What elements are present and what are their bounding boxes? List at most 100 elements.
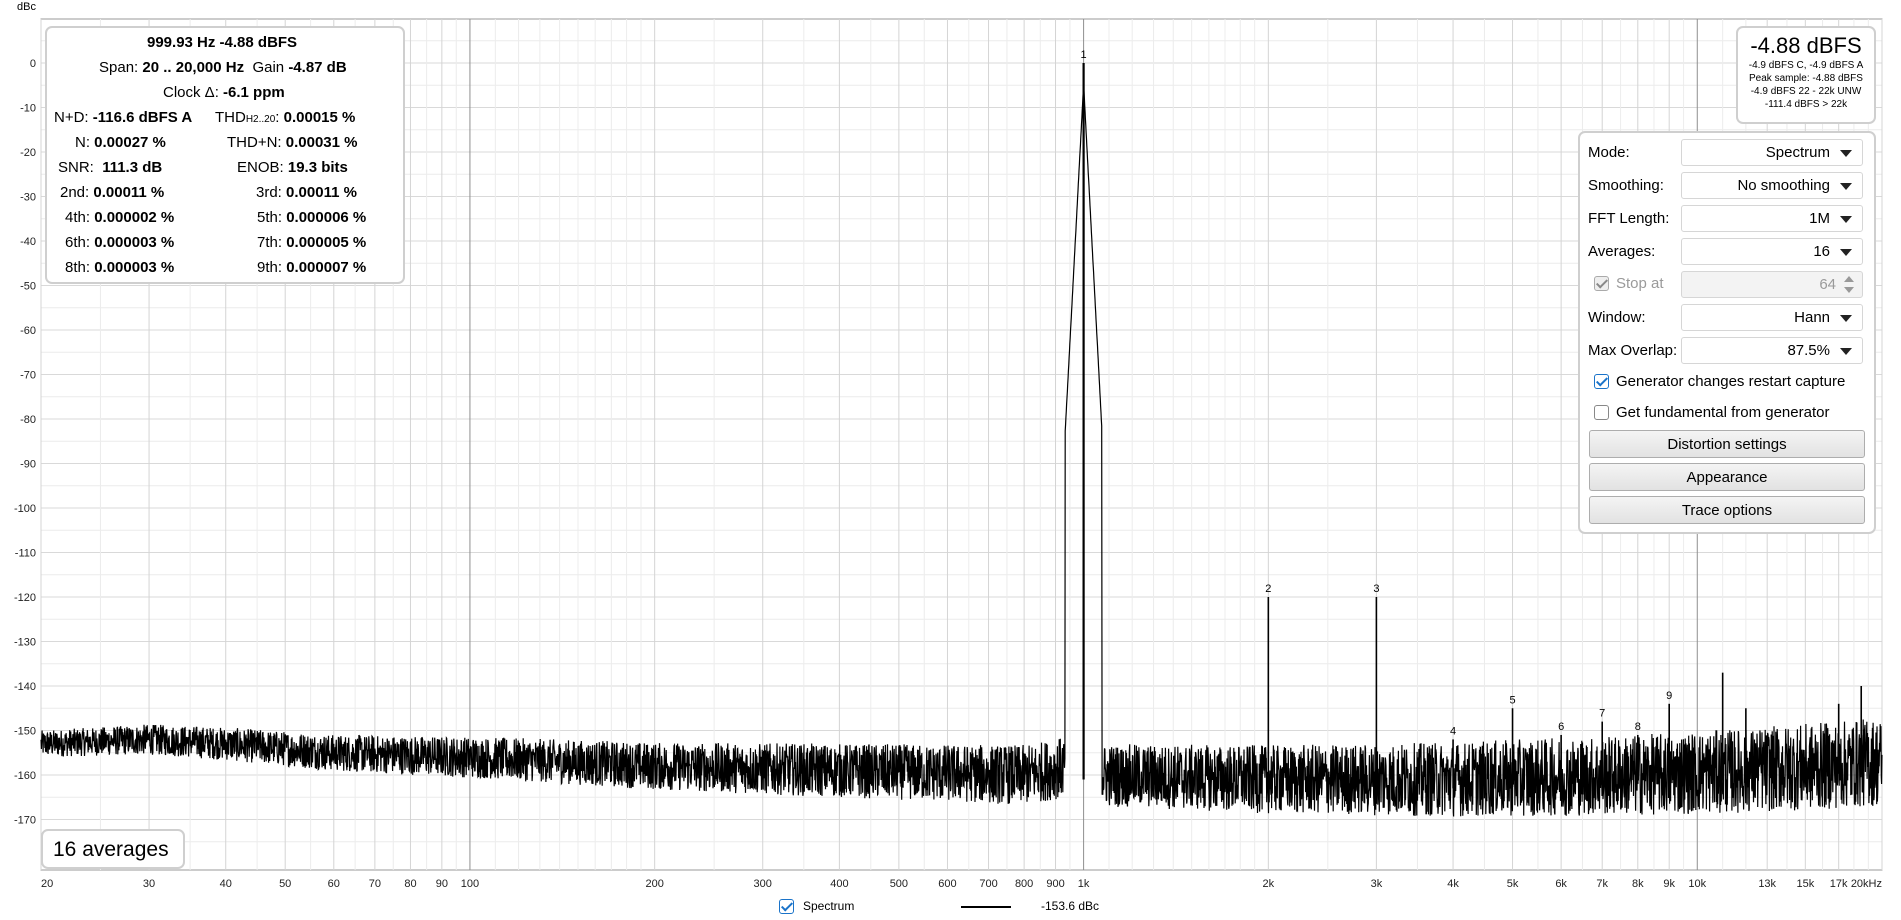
harmonic-label: 1 <box>1081 49 1087 61</box>
fundamental-from-generator-checkbox[interactable] <box>1594 405 1609 420</box>
x-tick-label: 60 <box>328 878 340 890</box>
fft-length-value: 1M <box>1809 210 1830 227</box>
peak-level-box: -4.88 dBFS -4.9 dBFS C, -4.9 dBFS A Peak… <box>1736 26 1876 124</box>
y-tick-label: -130 <box>14 637 36 649</box>
generator-restart-checkbox[interactable] <box>1594 374 1609 389</box>
x-tick-label: 70 <box>369 878 381 890</box>
x-tick-label: 900 <box>1046 878 1064 890</box>
x-tick-label: 80 <box>404 878 416 890</box>
window-dropdown[interactable]: Hann <box>1681 304 1863 331</box>
x-tick-label: 7k <box>1596 878 1608 890</box>
peak-above-22k: -111.4 dBFS > 22k <box>1764 99 1848 110</box>
averages-dropdown[interactable]: 16 <box>1681 238 1863 265</box>
distortion-settings-button[interactable]: Distortion settings <box>1589 430 1865 458</box>
stats-h6: 6th: 0.000003 % <box>65 234 175 251</box>
max-overlap-value: 87.5% <box>1787 342 1830 359</box>
y-tick-label: -140 <box>14 681 36 693</box>
mode-dropdown[interactable]: Spectrum <box>1681 139 1863 166</box>
chevron-down-icon <box>1840 216 1852 223</box>
stats-h2: 2nd: 0.00011 % <box>60 184 165 201</box>
stats-h8: 8th: 0.000003 % <box>65 259 175 276</box>
spin-up-icon[interactable] <box>1844 276 1854 282</box>
x-tick-label: 8k <box>1632 878 1644 890</box>
x-tick-label: 10k <box>1688 878 1706 890</box>
stop-at-checkbox[interactable] <box>1594 276 1609 291</box>
x-tick-label: 700 <box>979 878 997 890</box>
x-tick-label: 30 <box>143 878 155 890</box>
stats-nd: N+D: -116.6 dBFS A <box>54 109 193 126</box>
stats-noise: N: 0.00027 % <box>75 134 166 151</box>
legend-line-swatch <box>961 906 1011 908</box>
x-tick-label: 400 <box>830 878 848 890</box>
stop-at-label: Stop at <box>1616 275 1664 292</box>
max-overlap-dropdown[interactable]: 87.5% <box>1681 337 1863 364</box>
chevron-down-icon <box>1840 348 1852 355</box>
measurement-stats-box: 999.93 Hz -4.88 dBFS Span: 20 .. 20,000 … <box>45 26 405 284</box>
window-value: Hann <box>1794 309 1830 326</box>
legend-series-name: Spectrum <box>803 899 855 913</box>
appearance-button[interactable]: Appearance <box>1589 463 1865 491</box>
stats-h5: 5th: 0.000006 % <box>257 209 367 226</box>
x-tick-label: 800 <box>1015 878 1033 890</box>
stats-snr: SNR: 111.3 dB <box>58 159 163 176</box>
harmonic-label: 5 <box>1509 694 1515 706</box>
averages-count-badge: 16 averages <box>41 829 185 869</box>
x-tick-label: 200 <box>645 878 663 890</box>
averages-label: Averages: <box>1588 243 1656 260</box>
x-tick-label: 50 <box>279 878 291 890</box>
y-tick-label: -10 <box>20 103 36 115</box>
x-tick-label: 6k <box>1555 878 1567 890</box>
x-tick-label: 20 <box>41 878 53 890</box>
x-tick-label: 5k <box>1507 878 1519 890</box>
x-tick-label: 9k <box>1663 878 1675 890</box>
smoothing-value: No smoothing <box>1737 177 1830 194</box>
harmonic-label: 3 <box>1373 583 1379 595</box>
peak-sample: Peak sample: -4.88 dBFS <box>1749 73 1863 84</box>
x-tick-label: 1k <box>1078 878 1090 890</box>
x-tick-label: 100 <box>461 878 479 890</box>
y-tick-label: -100 <box>14 503 36 515</box>
y-tick-label: 0 <box>30 58 36 70</box>
spin-down-icon[interactable] <box>1844 287 1854 293</box>
x-tick-label: 600 <box>938 878 956 890</box>
y-tick-label: -20 <box>20 147 36 159</box>
x-tick-label: 90 <box>436 878 448 890</box>
harmonic-label: 2 <box>1265 583 1271 595</box>
harmonic-label: 7 <box>1599 708 1605 720</box>
harmonic-label: 6 <box>1558 721 1564 733</box>
spectrum-visibility-checkbox[interactable] <box>779 899 794 914</box>
stats-frequency-level: 999.93 Hz -4.88 dBFS <box>147 34 298 51</box>
y-tick-label: -90 <box>20 459 36 471</box>
x-tick-label: 17k <box>1830 878 1848 890</box>
fft-length-dropdown[interactable]: 1M <box>1681 205 1863 232</box>
y-tick-label: -50 <box>20 281 36 293</box>
chevron-down-icon <box>1840 183 1852 190</box>
stats-h9: 9th: 0.000007 % <box>257 259 367 276</box>
peak-weighted-levels: -4.9 dBFS C, -4.9 dBFS A <box>1748 60 1864 71</box>
mode-value: Spectrum <box>1765 144 1830 161</box>
x-tick-label: 300 <box>754 878 772 890</box>
y-axis-unit-label: dBc <box>17 1 36 13</box>
max-overlap-label: Max Overlap: <box>1588 342 1678 359</box>
trace-options-button[interactable]: Trace options <box>1589 496 1865 524</box>
window-label: Window: <box>1588 309 1646 326</box>
y-tick-label: -70 <box>20 370 36 382</box>
y-tick-label: -160 <box>14 770 36 782</box>
stats-enob: ENOB: 19.3 bits <box>237 159 348 176</box>
peak-unweighted: -4.9 dBFS 22 - 22k UNW <box>1750 86 1862 97</box>
averages-value: 16 <box>1813 243 1830 260</box>
stop-at-value: 64 <box>1819 276 1836 293</box>
harmonic-label: 9 <box>1666 690 1672 702</box>
x-tick-label: 3k <box>1371 878 1383 890</box>
stop-at-spinner[interactable]: 64 <box>1681 271 1863 298</box>
stats-thd: THDH2..20: 0.00015 % <box>215 109 356 126</box>
x-tick-label: 40 <box>220 878 232 890</box>
y-tick-label: -30 <box>20 192 36 204</box>
stats-h7: 7th: 0.000005 % <box>257 234 367 251</box>
y-tick-label: -80 <box>20 414 36 426</box>
smoothing-dropdown[interactable]: No smoothing <box>1681 172 1863 199</box>
mode-label: Mode: <box>1588 144 1630 161</box>
stats-h3: 3rd: 0.00011 % <box>256 184 357 201</box>
y-tick-label: -170 <box>14 815 36 827</box>
harmonic-label: 8 <box>1635 721 1641 733</box>
